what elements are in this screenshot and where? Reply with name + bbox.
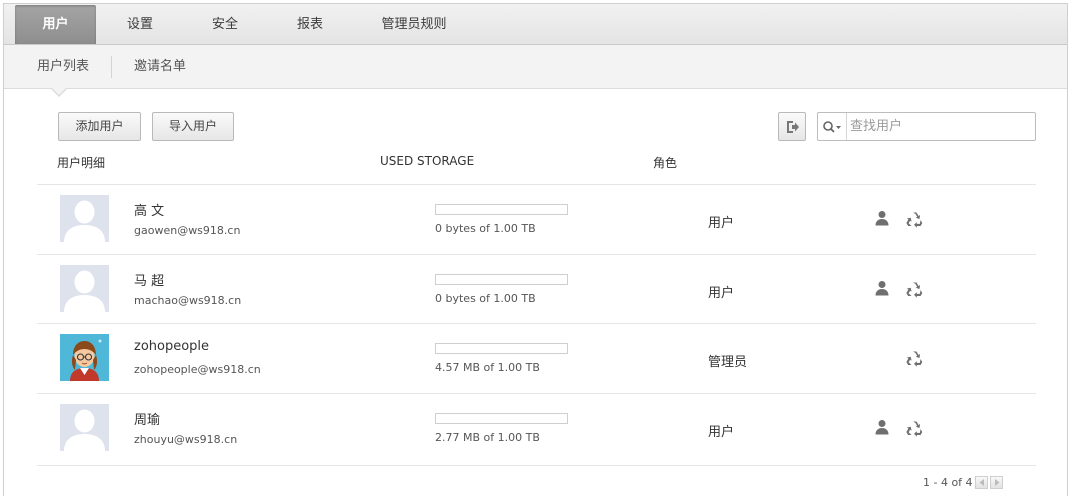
next-page-button[interactable] [990, 476, 1003, 489]
avatar [60, 265, 109, 312]
user-name: 周瑜 [134, 413, 161, 428]
top-tab-bar: 用户 设置 安全 报表 管理员规则 [4, 4, 1067, 45]
user-role: 用户 [708, 286, 735, 301]
user-name: 马 超 [134, 274, 165, 289]
recycle-icon[interactable] [906, 349, 924, 367]
user-icon[interactable] [874, 210, 890, 226]
avatar [60, 404, 109, 451]
tab-reports[interactable]: 报表 [282, 5, 338, 44]
user-email: gaowen@ws918.cn [134, 224, 241, 237]
default-avatar-icon [60, 195, 109, 242]
export-button[interactable] [778, 112, 806, 141]
header-role: 角色 [653, 156, 678, 170]
header-user-details: 用户明细 [57, 156, 106, 170]
default-avatar-icon [60, 404, 109, 451]
search-options-button[interactable] [818, 113, 847, 140]
avatar [60, 195, 109, 242]
storage-bar [435, 274, 568, 285]
table-row: 马 超 machao@ws918.cn 0 bytes of 1.00 TB 用… [37, 254, 1036, 324]
tab-settings[interactable]: 设置 [112, 5, 168, 44]
default-avatar-icon [60, 265, 109, 312]
user-role: 管理员 [708, 355, 748, 370]
table-row: 周瑜 zhouyu@ws918.cn 2.77 MB of 1.00 TB 用户 [37, 393, 1036, 463]
storage-bar [435, 413, 568, 424]
add-user-button[interactable]: 添加用户 [58, 112, 141, 141]
user-email: machao@ws918.cn [134, 294, 242, 307]
user-role: 用户 [708, 425, 735, 440]
avatar [60, 334, 109, 381]
recycle-icon[interactable] [906, 419, 924, 437]
storage-usage: 0 bytes of 1.00 TB [435, 292, 536, 305]
search-icon [823, 120, 841, 133]
prev-page-button[interactable] [975, 476, 988, 489]
active-subtab-pointer [51, 88, 67, 97]
storage-bar [435, 343, 568, 354]
user-email: zohopeople@ws918.cn [134, 363, 261, 376]
storage-bar [435, 204, 568, 215]
tab-users[interactable]: 用户 [15, 5, 96, 44]
user-icon[interactable] [874, 419, 890, 435]
table-row: 高 文 gaowen@ws918.cn 0 bytes of 1.00 TB 用… [37, 184, 1036, 254]
sub-tab-bar: 用户列表 邀请名单 [4, 45, 1067, 89]
user-role: 用户 [708, 216, 735, 231]
chevron-left-icon [979, 479, 984, 486]
header-used-storage: USED STORAGE [380, 154, 475, 168]
user-email: zhouyu@ws918.cn [134, 433, 238, 446]
import-user-button[interactable]: 导入用户 [152, 112, 234, 141]
export-icon [787, 120, 799, 133]
table-bottom-divider [37, 465, 1036, 466]
admin-panel: 用户 设置 安全 报表 管理员规则 用户列表 邀请名单 添加用户 导入用户 用户… [3, 3, 1068, 496]
recycle-icon[interactable] [906, 210, 924, 228]
pagination-text: 1 - 4 of 4 [923, 476, 973, 489]
user-icon[interactable] [874, 280, 890, 296]
cartoon-avatar-icon [60, 334, 109, 381]
chevron-right-icon [994, 479, 999, 486]
tab-admin-rules[interactable]: 管理员规则 [372, 5, 456, 44]
storage-usage: 4.57 MB of 1.00 TB [435, 361, 540, 374]
table-row: zohopeople zohopeople@ws918.cn 4.57 MB o… [37, 323, 1036, 393]
search-input[interactable] [848, 113, 1034, 140]
sub-tab-divider [111, 56, 112, 78]
user-name: zohopeople [134, 339, 210, 354]
tab-security[interactable]: 安全 [197, 5, 253, 44]
search-box [817, 112, 1036, 141]
storage-usage: 2.77 MB of 1.00 TB [435, 431, 540, 444]
recycle-icon[interactable] [906, 280, 924, 298]
storage-usage: 0 bytes of 1.00 TB [435, 222, 536, 235]
user-name: 高 文 [134, 204, 165, 219]
subtab-user-list[interactable]: 用户列表 [37, 45, 89, 89]
subtab-invite-list[interactable]: 邀请名单 [134, 45, 186, 89]
